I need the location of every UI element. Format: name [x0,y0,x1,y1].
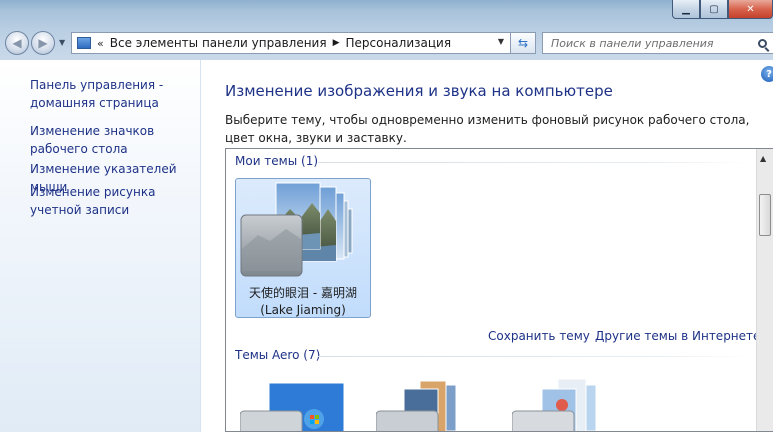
help-icon[interactable]: ? [761,66,773,82]
save-theme-link[interactable]: Сохранить тему [488,329,590,343]
vertical-scrollbar[interactable]: ▲ [756,149,773,431]
theme-name: 天使的眼泪 - 嘉明湖 (Lake Jiaming) [236,285,370,319]
theme-item-lake-jiaming[interactable]: 天使的眼泪 - 嘉明湖 (Lake Jiaming) [235,178,371,318]
theme-item-characters[interactable] [512,379,622,432]
scroll-up-button[interactable]: ▲ [760,154,766,163]
group-header-my-themes[interactable]: Мои темы (1) [235,154,318,168]
minimize-button[interactable]: ▁ [672,0,700,19]
breadcrumb-separator-arrow[interactable]: ▶ [333,38,340,48]
page-title: Изменение изображения и звука на компьют… [225,82,613,100]
address-bar[interactable]: « Все элементы панели управления ▶ Персо… [71,32,511,54]
sidebar-link-control-panel-home[interactable]: Панель управления - домашняя страница [30,76,198,112]
sidebar-link-desktop-icons[interactable]: Изменение значков рабочего стола [30,122,198,158]
search-box[interactable] [542,32,773,54]
caption-buttons: ▁ ▢ ✕ [672,0,773,19]
search-input[interactable] [551,36,756,50]
control-panel-icon [77,37,91,49]
theme-preview-image [240,182,353,277]
breadcrumb-personalization[interactable]: Персонализация [346,36,452,50]
sidebar-link-account-picture[interactable]: Изменение рисунка учетной записи [30,183,198,219]
navigation-bar: ◀ ▶ ▼ « Все элементы панели управления ▶… [0,28,773,60]
group-header-aero-themes[interactable]: Темы Aero (7) [235,348,320,362]
page-description: Выберите тему, чтобы одновременно измени… [225,113,750,145]
title-bar: ▁ ▢ ✕ [0,0,773,28]
back-button[interactable]: ◀ [5,31,29,55]
theme-item-windows-7[interactable] [240,379,350,432]
themes-list[interactable]: Мои темы (1) 天使的眼泪 - 嘉明湖 (Lake Jiaming) … [225,148,773,432]
search-icon[interactable] [758,38,767,48]
scroll-thumb[interactable] [759,194,771,236]
main-content: ? Изменение изображения и звука на компь… [201,60,773,432]
close-button[interactable]: ✕ [728,0,773,19]
theme-name-line-2: (Lake Jiaming) [260,303,346,317]
theme-item-architecture[interactable] [376,379,486,432]
group-divider [318,162,748,163]
group-divider [318,356,748,357]
breadcrumb-all-control-panel-items[interactable]: Все элементы панели управления [110,36,327,50]
address-dropdown-icon[interactable]: ▼ [498,37,504,46]
sidebar: Панель управления - домашняя страница Из… [0,60,201,432]
forward-button[interactable]: ▶ [31,31,55,55]
maximize-button[interactable]: ▢ [700,0,728,19]
recent-pages-dropdown[interactable]: ▼ [59,38,65,47]
address-overflow-chevron[interactable]: « [97,37,104,50]
refresh-button[interactable]: ⇆ [511,32,536,54]
theme-name-line-1: 天使的眼泪 - 嘉明湖 [249,286,357,300]
get-more-themes-online-link[interactable]: Другие темы в Интернете [595,329,760,343]
